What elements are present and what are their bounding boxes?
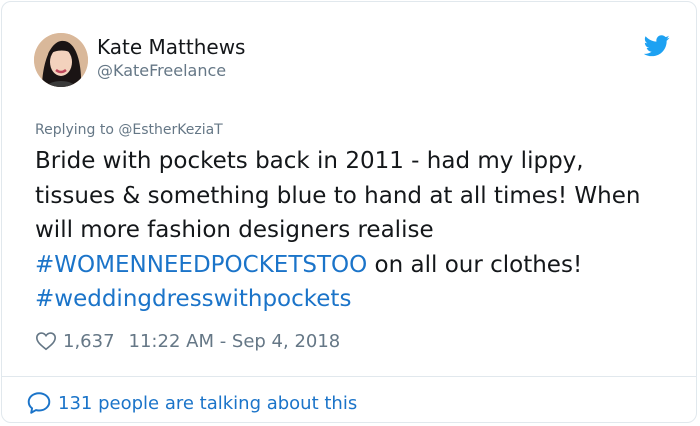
speech-bubble-icon (27, 392, 51, 414)
tweet-text-line: will more fashion designers realise (35, 217, 434, 243)
replying-to: Replying to @EstherKeziaT (35, 122, 223, 138)
hashtag-link-womenneedpocketstoo[interactable]: #WOMENNEEDPOCKETSTOO (35, 252, 367, 278)
avatar-image (34, 33, 88, 87)
author-name[interactable]: Kate Matthews (97, 35, 245, 59)
hashtag-link-weddingdresswithpockets[interactable]: #weddingdresswithpockets (35, 286, 351, 312)
conversation-link[interactable]: 131 people are talking about this (26, 390, 357, 416)
tweet-text-line: #WOMENNEEDPOCKETSTOO on all our clothes! (35, 248, 675, 283)
tweet-text: Bride with pockets back in 2011 - had my… (35, 144, 675, 317)
tweet-text-line: #weddingdresswithpockets (35, 282, 675, 317)
tweet-text-fragment: on all our clothes! (367, 251, 583, 278)
reply-mention-link[interactable]: @EstherKeziaT (118, 122, 222, 138)
tweet-meta: 1,637 11:22 AM - Sep 4, 2018 (35, 328, 340, 354)
conversation-label: 131 people are talking about this (58, 392, 358, 414)
like-count[interactable]: 1,637 (63, 331, 115, 352)
divider (2, 376, 696, 377)
avatar[interactable] (34, 33, 88, 87)
tweet-text-line: tissues & something blue to hand at all … (35, 182, 641, 209)
replying-to-label: Replying to (35, 122, 114, 138)
tweet-text-line: Bride with pockets back in 2011 - had my… (35, 148, 584, 174)
author-handle[interactable]: @KateFreelance (97, 61, 226, 80)
heart-icon[interactable] (35, 330, 57, 352)
tweet-timestamp[interactable]: 11:22 AM - Sep 4, 2018 (129, 331, 341, 352)
tweet-card: Kate Matthews @KateFreelance Replying to… (1, 1, 697, 423)
twitter-bird-icon[interactable] (644, 35, 670, 57)
